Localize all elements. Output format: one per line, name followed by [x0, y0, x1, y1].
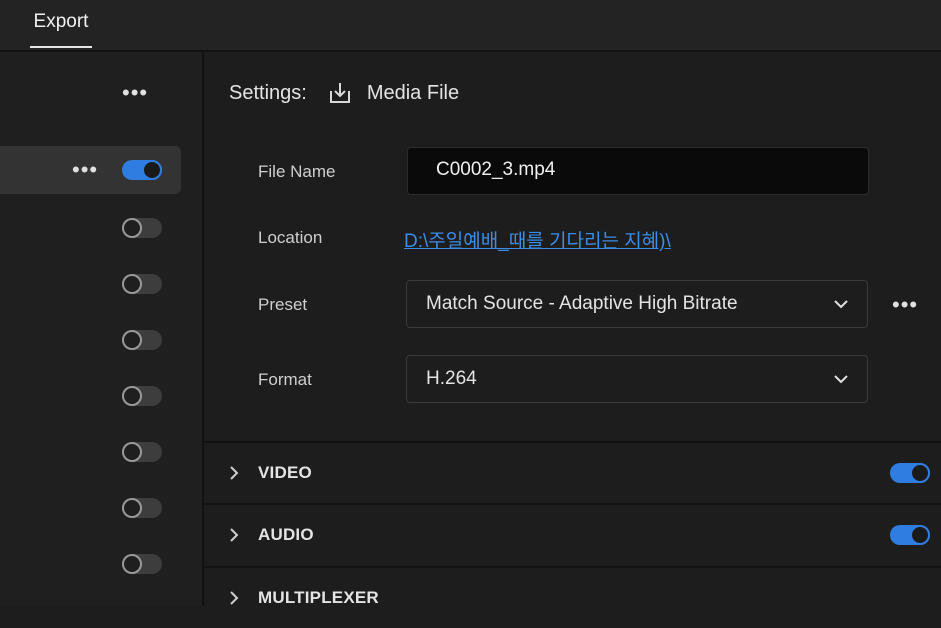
file-name-label: File Name	[258, 162, 336, 181]
video-toggle[interactable]	[890, 463, 930, 483]
format-value: H.264	[426, 368, 477, 389]
destination-toggle-6[interactable]	[122, 442, 162, 462]
settings-panel: Settings: Media File File Name C0002_3.m…	[204, 52, 941, 607]
section-multiplexer[interactable]: MULTIPLEXER	[204, 566, 941, 628]
destination-toggle-2[interactable]	[122, 218, 162, 238]
section-video[interactable]: VIDEO	[204, 441, 941, 503]
destination-row-1[interactable]: •••	[0, 146, 181, 194]
section-audio[interactable]: AUDIO	[204, 503, 941, 565]
destination-toggle-5[interactable]	[122, 386, 162, 406]
destination-toggle-4[interactable]	[122, 330, 162, 350]
top-bar: Export	[0, 0, 941, 52]
preset-label: Preset	[258, 295, 308, 314]
settings-label: Settings:	[229, 81, 307, 104]
chevron-down-icon	[834, 300, 848, 309]
tab-export[interactable]: Export	[30, 0, 92, 48]
destination-row-2[interactable]	[0, 204, 181, 252]
destination-toggle-8[interactable]	[122, 554, 162, 574]
chevron-right-icon	[230, 528, 239, 542]
destinations-panel: ••• •••	[0, 52, 204, 606]
chevron-down-icon	[834, 375, 848, 384]
settings-target[interactable]: Media File	[367, 82, 459, 105]
chevron-right-icon	[230, 466, 239, 480]
preset-value: Match Source - Adaptive High Bitrate	[426, 293, 738, 314]
destination-row-7[interactable]	[0, 484, 181, 532]
destination-row-6[interactable]	[0, 428, 181, 476]
preset-more-options-icon[interactable]: •••	[892, 294, 918, 316]
format-label: Format	[258, 370, 312, 389]
location-label: Location	[258, 228, 323, 247]
destination-toggle-1[interactable]	[122, 160, 162, 180]
more-options-icon[interactable]: •••	[122, 82, 148, 104]
destination-toggle-7[interactable]	[122, 498, 162, 518]
audio-toggle[interactable]	[890, 525, 930, 545]
destination-toggle-3[interactable]	[122, 274, 162, 294]
preset-dropdown[interactable]: Match Source - Adaptive High Bitrate	[406, 280, 868, 328]
chevron-right-icon	[230, 591, 239, 605]
section-video-label: VIDEO	[258, 463, 312, 482]
destination-row-5[interactable]	[0, 372, 181, 420]
destination-row-8[interactable]	[0, 540, 181, 588]
settings-header: Settings: Media File	[229, 80, 459, 106]
destination-row-3[interactable]	[0, 260, 181, 308]
section-audio-label: AUDIO	[258, 525, 314, 544]
file-name-input[interactable]: C0002_3.mp4	[407, 147, 869, 195]
section-multiplexer-label: MULTIPLEXER	[258, 588, 379, 607]
format-dropdown[interactable]: H.264	[406, 355, 868, 403]
location-link[interactable]: D:\주일예배_때를 기다리는 지혜)\	[404, 226, 671, 253]
destination-row-4[interactable]	[0, 316, 181, 364]
download-icon	[329, 83, 350, 103]
row-more-options-icon[interactable]: •••	[72, 159, 98, 181]
